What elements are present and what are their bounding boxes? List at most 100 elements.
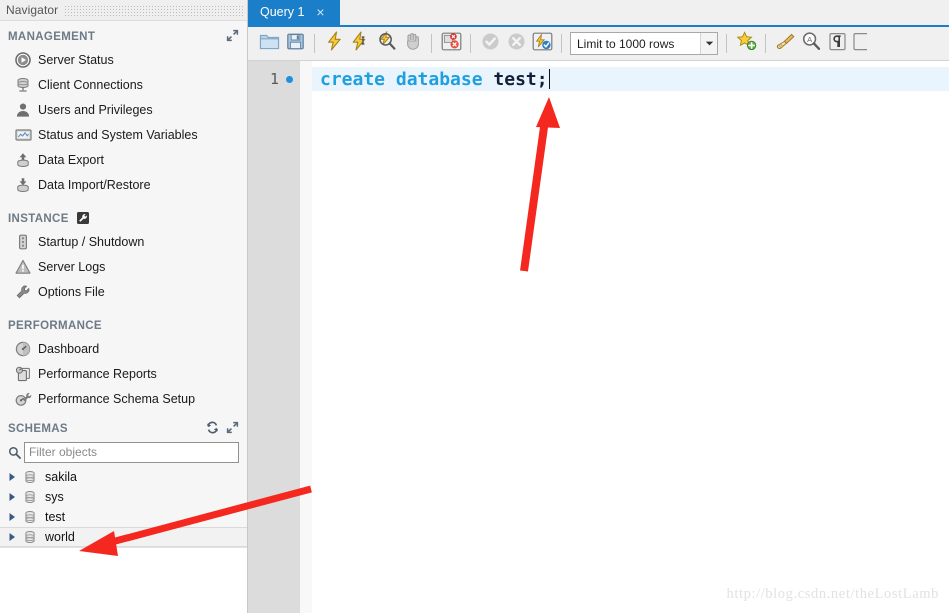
toolbar-separator — [765, 34, 766, 53]
row-limit-label: Limit to 1000 rows — [571, 37, 700, 51]
sidebar-item-users-and-privileges[interactable]: Users and Privileges — [0, 97, 247, 122]
section-performance: PERFORMANCE Dashboard — [0, 316, 247, 411]
close-icon[interactable]: × — [314, 5, 326, 19]
commit-button[interactable] — [477, 31, 503, 57]
sidebar-item-label: Users and Privileges — [34, 103, 153, 117]
sql-identifier-test: test; — [493, 69, 547, 90]
schema-icon — [20, 470, 40, 484]
export-up-icon — [12, 152, 34, 168]
sidebar-item-label: Dashboard — [34, 342, 99, 356]
sidebar-item-options-file[interactable]: Options File — [0, 279, 247, 304]
schema-tree-row-sakila[interactable]: sakila — [0, 467, 247, 487]
section-header-schemas: SCHEMAS — [0, 419, 247, 439]
stop-hand-icon — [403, 32, 422, 56]
line-number: 1 — [270, 70, 279, 88]
broom-icon — [775, 32, 796, 56]
section-title-schemas: SCHEMAS — [8, 423, 68, 435]
beautify-sql-button[interactable] — [772, 31, 798, 57]
save-snippet-button[interactable] — [733, 31, 759, 57]
row-limit-select[interactable]: Limit to 1000 rows — [570, 32, 718, 55]
section-title-instance: INSTANCE — [8, 213, 69, 225]
toolbar-separator — [431, 34, 432, 53]
toolbar-separator — [561, 34, 562, 53]
toggle-invisible-chars-button[interactable] — [824, 31, 850, 57]
chevron-down-icon[interactable] — [700, 33, 717, 54]
tabstrip-empty — [340, 0, 949, 25]
sidebar-item-data-export[interactable]: Data Export — [0, 147, 247, 172]
sql-space — [483, 69, 494, 90]
schema-tree-row-sys[interactable]: sys — [0, 487, 247, 507]
blog-watermark: http://blog.csdn.net/theLostLamb — [726, 586, 939, 603]
floppy-save-icon — [286, 32, 305, 56]
sql-code-editor[interactable]: 1 create database test; http://blog.csdn… — [248, 61, 949, 613]
toolbar-separator — [470, 34, 471, 53]
editor-text-area[interactable]: create database test; — [312, 61, 949, 613]
sidebar-item-server-status[interactable]: Server Status — [0, 47, 247, 72]
gutter-line-1: 1 — [248, 67, 300, 91]
chevron-right-icon[interactable] — [4, 532, 20, 542]
sidebar-item-label: Status and System Variables — [34, 128, 198, 142]
chevron-right-icon[interactable] — [4, 472, 20, 482]
sidebar-item-performance-schema-setup[interactable]: Performance Schema Setup — [0, 386, 247, 411]
schema-name: world — [40, 530, 75, 544]
sidebar-item-performance-reports[interactable]: Performance Reports — [0, 361, 247, 386]
sidebar-item-server-logs[interactable]: Server Logs — [0, 254, 247, 279]
wrap-lines-button[interactable] — [850, 31, 868, 57]
explain-statement-button[interactable] — [373, 31, 399, 57]
toggle-stop-on-error-button[interactable] — [438, 31, 464, 57]
text-caret — [549, 69, 550, 89]
filter-objects-input[interactable] — [24, 442, 239, 463]
reports-icon — [12, 366, 34, 382]
chevron-right-icon[interactable] — [4, 492, 20, 502]
sidebar-item-data-import-restore[interactable]: Data Import/Restore — [0, 172, 247, 197]
statement-marker-dot — [286, 76, 293, 83]
schema-tree: sakila sys — [0, 467, 247, 547]
sidebar-item-status-and-system-variables[interactable]: Status and System Variables — [0, 122, 247, 147]
save-sql-file-button[interactable] — [282, 31, 308, 57]
pilcrow-icon — [828, 32, 847, 56]
sidebar-item-label: Performance Schema Setup — [34, 392, 195, 406]
schema-icon — [20, 490, 40, 504]
section-schemas: SCHEMAS — [0, 419, 247, 547]
autocommit-icon — [532, 32, 553, 56]
svg-text:A: A — [807, 35, 812, 44]
sidebar-item-startup-shutdown[interactable]: Startup / Shutdown — [0, 229, 247, 254]
magnifier-lightning-icon — [376, 31, 396, 56]
schema-tree-row-world[interactable]: world — [0, 527, 247, 547]
tab-query-1[interactable]: Query 1 × — [248, 0, 340, 25]
expand-icon[interactable] — [226, 421, 239, 437]
sidebar-item-label: Client Connections — [34, 78, 143, 92]
code-line-1[interactable]: create database test; — [312, 67, 949, 91]
execute-current-statement-button[interactable] — [347, 31, 373, 57]
editor-gutter: 1 — [248, 61, 300, 613]
sidebar-item-client-connections[interactable]: Client Connections — [0, 72, 247, 97]
wrench-icon — [12, 284, 34, 300]
toggle-autocommit-button[interactable] — [529, 31, 555, 57]
rollback-button[interactable] — [503, 31, 529, 57]
gauge-icon — [12, 341, 34, 357]
find-button[interactable]: A — [798, 31, 824, 57]
execute-statement-button[interactable] — [321, 31, 347, 57]
chevron-right-icon[interactable] — [4, 512, 20, 522]
schema-tree-row-test[interactable]: test — [0, 507, 247, 527]
editor-tabstrip: Query 1 × — [248, 0, 949, 27]
sidebar-item-label: Options File — [34, 285, 105, 299]
sidebar-item-dashboard[interactable]: Dashboard — [0, 336, 247, 361]
schema-filter-row — [4, 441, 239, 463]
open-sql-file-button[interactable] — [256, 31, 282, 57]
sql-keyword-create: create — [320, 69, 385, 90]
refresh-icon[interactable] — [206, 421, 219, 437]
commit-check-icon — [481, 32, 500, 56]
sql-editor-toolbar: Limit to 1000 rows — [248, 27, 949, 61]
stop-on-error-icon — [441, 32, 462, 56]
sidebar-item-label: Data Export — [34, 153, 104, 167]
section-header-performance: PERFORMANCE — [0, 316, 247, 336]
magnifier-a-icon: A — [801, 31, 821, 56]
lightning-icon — [325, 31, 344, 56]
stop-query-button[interactable] — [399, 31, 425, 57]
monitor-chart-icon — [12, 127, 34, 143]
folder-icon — [259, 32, 280, 56]
wrench-badge-icon — [76, 211, 90, 228]
expand-icon[interactable] — [226, 29, 239, 45]
sql-editor-pane: Query 1 × — [248, 0, 949, 613]
